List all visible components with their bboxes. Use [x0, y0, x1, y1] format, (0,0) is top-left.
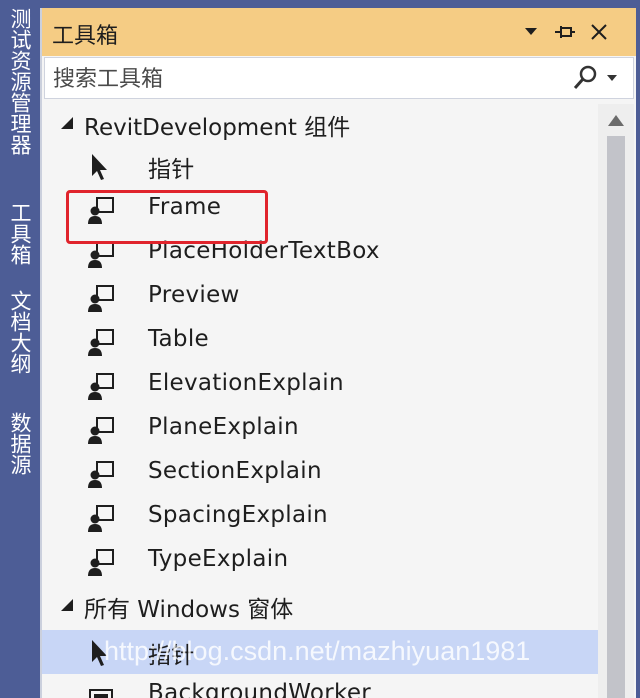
item-label: SectionExplain — [148, 458, 322, 484]
toolbox-item-list: RevitDevelopment 组件 指针 Frame PlaceHolder… — [42, 104, 598, 698]
group-label: 所有 Windows 窗体 — [84, 597, 294, 623]
user-control-icon — [88, 505, 114, 532]
user-control-icon — [88, 549, 114, 576]
toolbox-item-type-explain[interactable]: TypeExplain — [42, 540, 598, 584]
toolbox-panel: 工具箱 RevitDevelopment 组件 — [40, 8, 636, 698]
user-control-icon — [88, 285, 114, 312]
scroll-up-arrow-icon[interactable] — [606, 112, 626, 128]
watermark-text: http://blog.csdn.net/mazhiyuan1981 — [104, 636, 531, 666]
group-label: RevitDevelopment 组件 — [84, 115, 351, 141]
toolbox-item-preview[interactable]: Preview — [42, 276, 598, 320]
search-input[interactable] — [51, 62, 555, 96]
auto-hide-pin-button[interactable] — [550, 16, 580, 48]
collapse-arrow-icon — [61, 599, 73, 611]
toolbox-item-table[interactable]: Table — [42, 320, 598, 364]
component-icon — [89, 689, 113, 698]
close-button[interactable] — [584, 16, 614, 48]
user-control-icon — [88, 329, 114, 356]
scroll-thumb[interactable] — [607, 136, 625, 698]
user-control-icon — [88, 461, 114, 488]
toolbox-item-spacing-explain[interactable]: SpacingExplain — [42, 496, 598, 540]
red-highlight-annotation — [66, 190, 268, 244]
side-tab-toolbox[interactable]: 工具箱 — [6, 202, 34, 265]
item-label: BackgroundWorker — [148, 680, 372, 698]
toolbox-search-bar — [44, 57, 634, 99]
search-options-chevron-icon[interactable] — [605, 71, 619, 85]
pointer-icon — [92, 154, 107, 180]
user-control-icon — [88, 373, 114, 400]
item-label: Preview — [148, 282, 240, 308]
toolbox-title: 工具箱 — [52, 24, 119, 49]
toolbox-item-pointer[interactable]: 指针 — [42, 144, 598, 188]
side-tab-data-sources[interactable]: 数据源 — [6, 412, 34, 475]
search-icon[interactable] — [571, 64, 599, 92]
user-control-icon — [88, 417, 114, 444]
side-dock-strip: 测试资源管理器 工具箱 文档大纲 数据源 — [0, 0, 40, 698]
item-label: 指针 — [148, 157, 195, 183]
toolbox-item-section-explain[interactable]: SectionExplain — [42, 452, 598, 496]
toolbox-title-bar: 工具箱 — [42, 8, 636, 56]
item-label: Table — [148, 326, 209, 352]
window-position-dropdown-button[interactable] — [516, 16, 546, 48]
close-icon — [591, 24, 607, 40]
group-header-all-windows-forms[interactable]: 所有 Windows 窗体 — [42, 586, 598, 626]
pin-icon — [555, 26, 575, 38]
vertical-scrollbar[interactable] — [598, 104, 634, 698]
item-label: TypeExplain — [148, 546, 289, 572]
chevron-down-icon — [525, 28, 537, 35]
collapse-arrow-icon — [61, 117, 73, 129]
item-label: PlaneExplain — [148, 414, 299, 440]
toolbox-item-elevation-explain[interactable]: ElevationExplain — [42, 364, 598, 408]
group-header-revit-development[interactable]: RevitDevelopment 组件 — [42, 104, 598, 144]
side-tab-document-outline[interactable]: 文档大纲 — [6, 290, 34, 374]
side-tab-test-explorer[interactable]: 测试资源管理器 — [6, 8, 34, 155]
item-label: SpacingExplain — [148, 502, 328, 528]
toolbox-item-plane-explain[interactable]: PlaneExplain — [42, 408, 598, 452]
item-label: ElevationExplain — [148, 370, 344, 396]
toolbox-item-background-worker[interactable]: BackgroundWorker — [42, 674, 598, 698]
user-control-icon — [88, 241, 114, 268]
